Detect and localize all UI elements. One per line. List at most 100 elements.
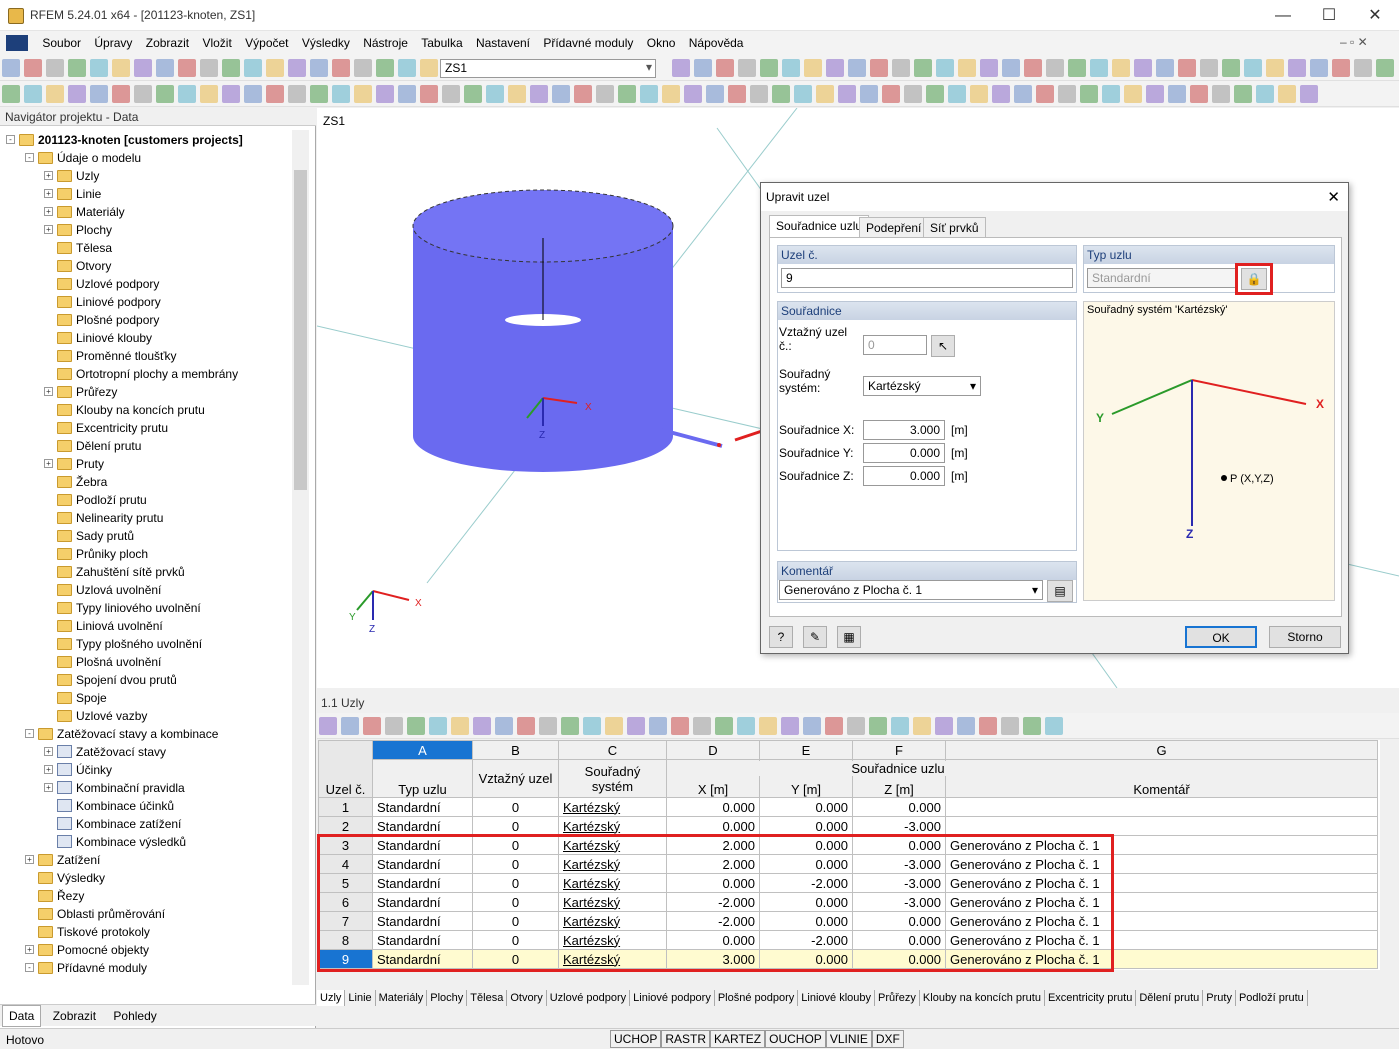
nav-item[interactable]: + Účinky [6, 760, 292, 778]
toolbar-icon[interactable] [90, 85, 108, 103]
toolbar-icon[interactable] [90, 59, 108, 77]
toolbar-icon[interactable] [1014, 85, 1032, 103]
cell-y[interactable]: 0.000 [759, 797, 853, 817]
toolbar-icon[interactable] [892, 59, 910, 77]
toolbar-icon[interactable] [970, 85, 988, 103]
nav-item[interactable]: Proměnné tloušťky [6, 346, 292, 364]
toolbar-icon[interactable] [992, 85, 1010, 103]
toolbar-icon[interactable] [420, 59, 438, 77]
toolbar-icon[interactable] [772, 85, 790, 103]
toolbar-icon[interactable] [759, 717, 777, 735]
toolbar-icon[interactable] [319, 717, 337, 735]
toolbar-icon[interactable] [398, 59, 416, 77]
nav-item[interactable]: Podloží prutu [6, 490, 292, 508]
status-toggle[interactable]: KARTEZ [710, 1030, 766, 1048]
toolbar-icon[interactable] [684, 85, 702, 103]
toolbar-icon[interactable] [1200, 59, 1218, 77]
nav-item[interactable]: + Pruty [6, 454, 292, 472]
expander-icon[interactable]: - [25, 153, 34, 163]
toolbar-icon[interactable] [760, 59, 778, 77]
toolbar-icon[interactable] [957, 717, 975, 735]
toolbar-icon[interactable] [1310, 59, 1328, 77]
cell-type[interactable]: Standardní [372, 816, 473, 836]
nav-item[interactable]: Nelinearity prutu [6, 508, 292, 526]
menu-vlozit[interactable]: Vložit [197, 31, 236, 55]
toolbar-icon[interactable] [1134, 59, 1152, 77]
nav-item[interactable]: Sady prutů [6, 526, 292, 544]
toolbar-icon[interactable] [552, 85, 570, 103]
toolbar-icon[interactable] [354, 59, 372, 77]
toolbar-icon[interactable] [156, 59, 174, 77]
ok-button[interactable]: OK [1185, 626, 1257, 648]
toolbar-icon[interactable] [1024, 59, 1042, 77]
nav-item[interactable]: + Linie [6, 184, 292, 202]
table-tab[interactable]: Linie [345, 990, 376, 1006]
toolbar-icon[interactable] [1001, 717, 1019, 735]
expander-icon[interactable]: + [44, 387, 53, 397]
cell-ref[interactable]: 0 [472, 816, 559, 836]
table-row[interactable]: 2 Standardní 0 Kartézský 0.000 0.000 -3.000 [318, 816, 1378, 836]
toolbar-icon[interactable] [332, 85, 350, 103]
toolbar-icon[interactable] [2, 85, 20, 103]
toolbar-icon[interactable] [222, 59, 240, 77]
expander-icon[interactable]: + [44, 207, 53, 217]
nav-item[interactable]: Tělesa [6, 238, 292, 256]
toolbar-icon[interactable] [838, 85, 856, 103]
toolbar-icon[interactable] [738, 59, 756, 77]
toolbar-icon[interactable] [178, 85, 196, 103]
nav-item[interactable]: Spoje [6, 688, 292, 706]
nav-item[interactable]: Typy liniového uvolnění [6, 598, 292, 616]
toolbar-icon[interactable] [376, 85, 394, 103]
units-button[interactable]: ▦ [837, 626, 861, 648]
toolbar-icon[interactable] [112, 59, 130, 77]
nav-item[interactable]: Kombinace zatížení [6, 814, 292, 832]
toolbar-icon[interactable] [244, 85, 262, 103]
toolbar-icon[interactable] [706, 85, 724, 103]
menu-okno[interactable]: Okno [642, 31, 681, 55]
toolbar-icon[interactable] [825, 717, 843, 735]
table-tab[interactable]: Plošné podpory [715, 990, 799, 1006]
toolbar-icon[interactable] [979, 717, 997, 735]
toolbar-icon[interactable] [200, 59, 218, 77]
cell-x[interactable]: 0.000 [666, 816, 760, 836]
status-toggle[interactable]: OUCHOP [765, 1030, 826, 1048]
table-tab[interactable]: Průřezy [875, 990, 920, 1006]
tab-mesh[interactable]: Síť prvků [923, 217, 986, 237]
toolbar-icon[interactable] [1124, 85, 1142, 103]
nav-item[interactable]: + Průřezy [6, 382, 292, 400]
toolbar-icon[interactable] [244, 59, 262, 77]
table-tab[interactable]: Plochy [427, 990, 468, 1006]
toolbar-icon[interactable] [429, 717, 447, 735]
nav-item[interactable]: Průniky ploch [6, 544, 292, 562]
toolbar-icon[interactable] [816, 85, 834, 103]
toolbar-icon[interactable] [156, 85, 174, 103]
expander-icon[interactable]: + [25, 945, 34, 955]
comment-input[interactable]: Generováno z Plocha č. 1 ▾ [779, 580, 1043, 600]
toolbar-icon[interactable] [486, 85, 504, 103]
nav-item[interactable]: Liniové klouby [6, 328, 292, 346]
minimize-button[interactable]: — [1260, 0, 1306, 31]
toolbar-icon[interactable] [1168, 85, 1186, 103]
expander-icon[interactable]: - [25, 963, 34, 973]
nav-item[interactable]: - Údaje o modelu [6, 148, 292, 166]
menu-tabulka[interactable]: Tabulka [416, 31, 467, 55]
nav-item[interactable]: Ortotropní plochy a membrány [6, 364, 292, 382]
toolbar-icon[interactable] [473, 717, 491, 735]
table-scrollbar[interactable] [1380, 740, 1397, 970]
toolbar-icon[interactable] [936, 59, 954, 77]
nav-item[interactable]: + Kombinační pravidla [6, 778, 292, 796]
toolbar-icon[interactable] [671, 717, 689, 735]
nav-item[interactable]: + Zatížení [6, 850, 292, 868]
toolbar-icon[interactable] [913, 717, 931, 735]
nav-item[interactable]: + Uzly [6, 166, 292, 184]
toolbar-icon[interactable] [354, 85, 372, 103]
toolbar-icon[interactable] [1266, 59, 1284, 77]
cell-y[interactable]: 0.000 [759, 816, 853, 836]
nav-item[interactable]: Zahuštění sítě prvků [6, 562, 292, 580]
toolbar-icon[interactable] [847, 717, 865, 735]
toolbar-icon[interactable] [860, 85, 878, 103]
toolbar-icon[interactable] [68, 59, 86, 77]
lock-button[interactable]: 🔒 [1241, 268, 1267, 290]
toolbar-icon[interactable] [781, 717, 799, 735]
col-letter-d[interactable]: D [666, 740, 760, 760]
